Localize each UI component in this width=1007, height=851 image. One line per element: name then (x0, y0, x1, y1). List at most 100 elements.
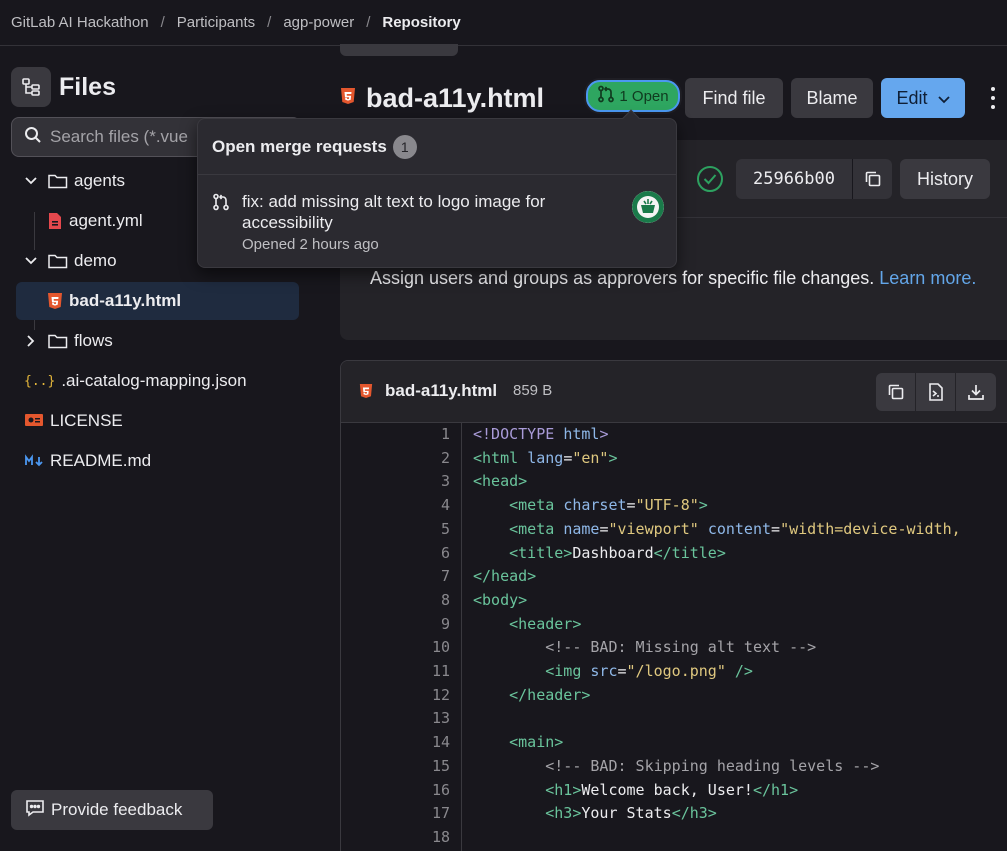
popover-title: Open merge requests (212, 136, 387, 156)
open-merge-requests-badge[interactable]: 1 Open (586, 80, 680, 112)
tree-folder-agents[interactable]: agents (24, 162, 125, 200)
breadcrumb-item-group[interactable]: GitLab AI Hackathon (11, 14, 149, 31)
code-line: 8 <body> (341, 589, 1007, 613)
merge-request-icon (212, 193, 230, 216)
breadcrumb-item-subgroup[interactable]: Participants (177, 14, 255, 31)
tree-item-label: flows (74, 331, 113, 350)
merge-request-title[interactable]: fix: add missing alt text to logo image … (242, 191, 612, 233)
line-number[interactable]: 1 (341, 423, 450, 447)
merge-request-status: Opened 2 hours ago (242, 236, 379, 253)
line-number[interactable]: 12 (341, 684, 450, 708)
file-tree-toggle-icon[interactable] (11, 67, 51, 107)
files-header: Files (11, 67, 116, 107)
line-number[interactable]: 13 (341, 707, 450, 731)
commit-sha[interactable]: 25966b00 (736, 169, 852, 189)
file-header: bad-a11y.html (340, 78, 544, 118)
tree-file-readme-md[interactable]: README.md (24, 442, 151, 480)
file-actions-group (876, 373, 996, 411)
tree-folder-flows[interactable]: flows (24, 322, 113, 360)
tree-file-ai-catalog-mapping-json[interactable]: {..} .ai-catalog-mapping.json (24, 362, 247, 400)
line-number[interactable]: 15 (341, 755, 450, 779)
breadcrumb: GitLab AI Hackathon / Participants / agp… (0, 0, 1007, 46)
license-icon (24, 413, 44, 429)
tree-file-bad-a11y-html[interactable]: bad-a11y.html (16, 282, 299, 320)
html5-icon (47, 292, 63, 310)
history-button[interactable]: History (900, 159, 990, 199)
json-icon: {..} (24, 373, 56, 389)
chevron-right-icon (24, 335, 38, 347)
chevron-down-icon (937, 88, 950, 109)
code-line: 13 (341, 707, 1007, 731)
line-number[interactable]: 8 (341, 589, 450, 613)
tree-item-label: LICENSE (50, 411, 123, 430)
breadcrumb-separator: / (267, 14, 272, 31)
header-tab-stub (340, 44, 458, 56)
provide-feedback-button[interactable]: Provide feedback (11, 790, 213, 830)
feedback-label: Provide feedback (51, 800, 183, 819)
line-number[interactable]: 7 (341, 565, 450, 589)
line-number[interactable]: 6 (341, 542, 450, 566)
code-line: 7 </head> (341, 565, 1007, 589)
tree-folder-demo[interactable]: demo (24, 242, 117, 280)
blame-button[interactable]: Blame (791, 78, 873, 118)
line-number[interactable]: 18 (341, 826, 450, 850)
code-line: 16 <h1>Welcome back, User!</h1> (341, 779, 1007, 803)
code-line: 12 </header> (341, 684, 1007, 708)
tree-file-license[interactable]: LICENSE (24, 402, 123, 440)
code-line: 10 <!-- BAD: Missing alt text --> (341, 636, 1007, 660)
tree-item-label: agent.yml (69, 211, 143, 230)
line-number[interactable]: 3 (341, 470, 450, 494)
approvers-message: Assign users and groups as approvers for… (370, 268, 875, 288)
folder-open-icon (48, 253, 68, 269)
find-file-button[interactable]: Find file (685, 78, 783, 118)
open-raw-icon[interactable] (916, 373, 956, 411)
code-owners-approvers-text: Assign users and groups as approvers for… (370, 265, 980, 292)
pipeline-success-icon[interactable] (697, 166, 723, 192)
tree-item-label: agents (74, 171, 126, 190)
file-size: 859 B (513, 382, 553, 399)
line-number[interactable]: 2 (341, 447, 450, 471)
code-line: 3 <head> (341, 470, 1007, 494)
edit-button[interactable]: Edit (881, 78, 965, 118)
code-line: 18 (341, 826, 1007, 850)
count-badge: 1 (392, 134, 417, 159)
code-line: 6 <title>Dashboard</title> (341, 542, 1007, 566)
edit-label: Edit (896, 87, 928, 108)
popover-header: Open merge requests 1 (198, 119, 676, 175)
breadcrumb-item-current[interactable]: Repository (382, 14, 460, 31)
line-number[interactable]: 10 (341, 636, 450, 660)
commit-sha-group: 25966b00 (736, 159, 892, 199)
breadcrumb-item-project[interactable]: agp-power (283, 14, 354, 31)
tree-file-agent-yml[interactable]: agent.yml (47, 202, 143, 240)
line-number[interactable]: 11 (341, 660, 450, 684)
code-line: 9 <header> (341, 613, 1007, 637)
yaml-file-icon (47, 212, 63, 230)
author-avatar[interactable] (632, 191, 664, 223)
page-title: bad-a11y.html (366, 82, 545, 113)
tree-item-label: README.md (50, 451, 152, 470)
code-line: 4 <meta charset="UTF-8"> (341, 494, 1007, 518)
code-line: 15 <!-- BAD: Skipping heading levels --> (341, 755, 1007, 779)
tree-item-label: demo (74, 251, 117, 270)
merge-request-icon (597, 85, 615, 107)
download-icon[interactable] (956, 373, 996, 411)
line-number[interactable]: 14 (341, 731, 450, 755)
line-number[interactable]: 16 (341, 779, 450, 803)
mr-badge-label: 1 Open (619, 87, 669, 105)
line-number[interactable]: 4 (341, 494, 450, 518)
copy-icon[interactable] (852, 159, 892, 199)
feedback-icon (25, 799, 45, 822)
folder-icon (48, 333, 68, 349)
copy-contents-icon[interactable] (876, 373, 916, 411)
file-viewer: bad-a11y.html 859 B 1 <!DOCTYPE html> 2 <h… (340, 360, 1007, 851)
line-number[interactable]: 5 (341, 518, 450, 542)
open-merge-requests-popover: Open merge requests 1 fix: add missing a… (197, 109, 677, 268)
more-actions-icon[interactable] (983, 84, 1003, 112)
code-line: 11 <img src="/logo.png" /> (341, 660, 1007, 684)
html5-icon (340, 87, 356, 110)
line-number[interactable]: 9 (341, 613, 450, 637)
line-number[interactable]: 17 (341, 802, 450, 826)
code-line: 2 <html lang="en"> (341, 447, 1007, 471)
learn-more-link[interactable]: Learn more. (879, 268, 976, 288)
chevron-down-icon (24, 257, 38, 265)
